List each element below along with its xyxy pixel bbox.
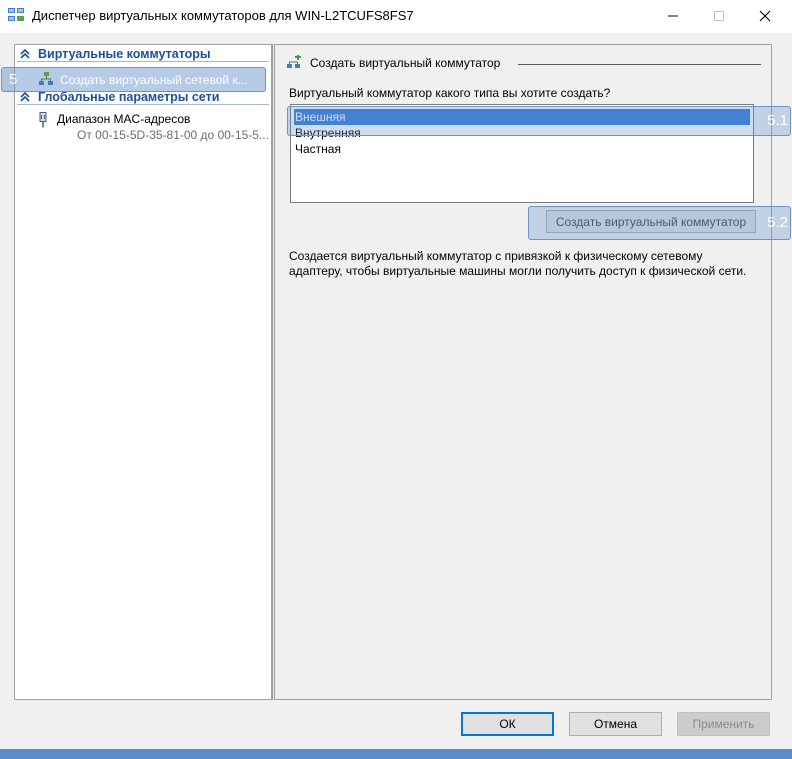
close-button[interactable] (742, 0, 788, 32)
add-network-switch-icon (287, 55, 301, 68)
minimize-button[interactable] (650, 0, 696, 32)
collapse-chevron-icon (20, 48, 30, 59)
dialog-client-area: Виртуальные коммутаторы Глобальные парам… (0, 33, 792, 749)
highlight-step-5-1: 5.1 (287, 106, 791, 136)
ok-button[interactable]: ОК (461, 712, 554, 736)
switch-type-question: Виртуальный коммутатор какого типа вы хо… (289, 86, 611, 100)
section-global-network-settings[interactable]: Глобальные параметры сети (17, 90, 269, 105)
group-divider (518, 64, 761, 65)
group-create-virtual-switch: Создать виртуальный коммутатор (286, 54, 761, 72)
section-virtual-switches[interactable]: Виртуальные коммутаторы (17, 47, 269, 62)
switch-type-description: Создается виртуальный коммутатор с привя… (289, 249, 747, 278)
collapse-chevron-icon (20, 91, 30, 102)
group-title: Создать виртуальный коммутатор (310, 56, 501, 70)
mac-range-title: Диапазон MAC-адресов (57, 112, 191, 126)
step-marker-5-2: 5.2 (767, 214, 788, 231)
option-label: Частная (295, 142, 341, 156)
cancel-button[interactable]: Отмена (569, 712, 662, 736)
maximize-icon (714, 11, 724, 21)
tree-item-label: Создать виртуальный сетевой к... (60, 73, 248, 87)
switch-type-option-private[interactable]: Частная (294, 141, 750, 157)
taskbar-edge (0, 749, 792, 759)
section-virtual-switches-title: Виртуальные коммутаторы (38, 47, 211, 61)
tree-item-create-virtual-switch[interactable]: 5 Создать виртуальный сетевой к... (1, 67, 266, 92)
highlight-step-5-2: 5.2 (528, 206, 791, 240)
details-pane: Создать виртуальный коммутатор Виртуальн… (275, 44, 791, 700)
window-title: Диспетчер виртуальных коммутаторов для W… (32, 8, 414, 23)
mac-range-value: От 00-15-5D-35-81-00 до 00-15-5... (77, 128, 269, 142)
step-marker-5: 5 (9, 71, 18, 88)
title-bar: Диспетчер виртуальных коммутаторов для W… (0, 0, 792, 33)
minimize-icon (668, 15, 678, 17)
section-global-network-settings-title: Глобальные параметры сети (38, 90, 220, 104)
apply-button[interactable]: Применить (677, 712, 770, 736)
maximize-button[interactable] (696, 0, 742, 32)
navigation-pane: Виртуальные коммутаторы Глобальные парам… (1, 44, 272, 700)
close-icon (759, 10, 771, 22)
step-marker-5-1: 5.1 (767, 112, 788, 129)
virtual-switch-manager-icon (8, 8, 24, 21)
network-switch-icon (39, 72, 53, 85)
tree-item-mac-address-range[interactable]: Диапазон MAC-адресов От 00-15-5D-35-81-0… (15, 109, 271, 145)
network-adapter-icon (39, 112, 47, 128)
